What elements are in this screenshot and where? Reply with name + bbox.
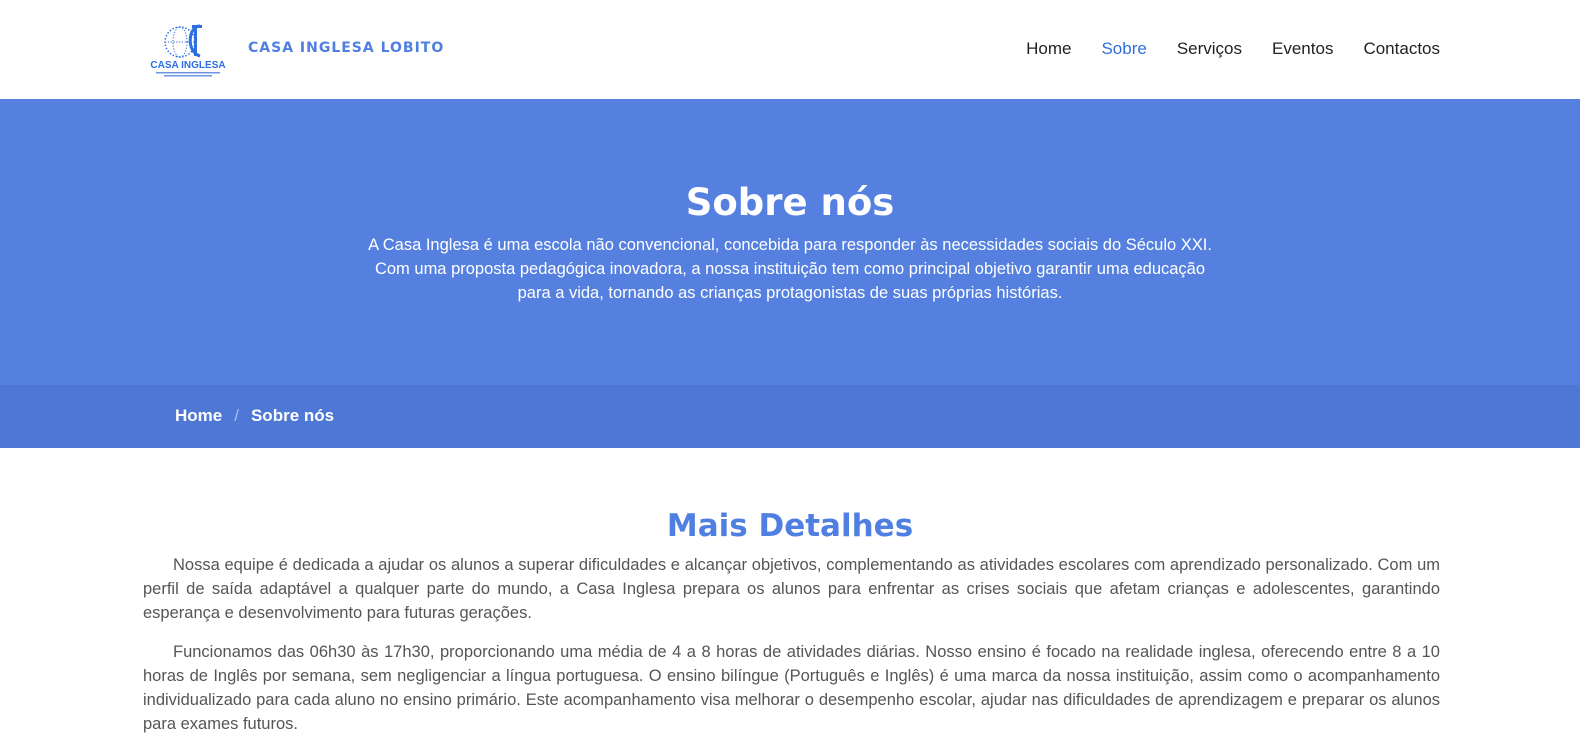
content-paragraph: Nossa equipe é dedicada a ajudar os alun… [143, 556, 1440, 622]
breadcrumb-separator: / [234, 406, 239, 425]
breadcrumb-home[interactable]: Home [175, 406, 222, 426]
hero-banner: Sobre nós A Casa Inglesa é uma escola nã… [0, 99, 1580, 385]
logo-text: CASA INGLESA [150, 60, 225, 71]
nav-home[interactable]: Home [1026, 38, 1071, 60]
breadcrumb: Home / Sobre nós [0, 385, 1580, 448]
casa-inglesa-logo-icon[interactable]: CASA INGLESA [148, 22, 230, 80]
breadcrumb-current: Sobre nós [250, 406, 335, 425]
nav-servicos[interactable]: Serviços [1177, 38, 1242, 60]
hero-line: para a vida, tornando as crianças protag… [517, 284, 1063, 302]
hero-line: A Casa Inglesa é uma escola não convenci… [368, 236, 1212, 254]
brand-name[interactable]: CASA INGLESA LOBITO [248, 40, 444, 56]
nav-sobre[interactable]: Sobre [1101, 38, 1146, 60]
section-title: Mais Detalhes [666, 508, 914, 544]
main-nav: Home Sobre Serviços Eventos Contactos [996, 38, 1440, 60]
nav-eventos[interactable]: Eventos [1272, 38, 1333, 60]
site-header: CASA INGLESA CASA INGLESA LOBITO Home So… [0, 0, 1580, 99]
hero-title: Sobre nós [685, 181, 895, 224]
content-paragraph: Funcionamos das 06h30 às 17h30, proporci… [143, 643, 1440, 733]
nav-contactos[interactable]: Contactos [1363, 38, 1440, 60]
hero-description: A Casa Inglesa é uma escola não convenci… [350, 233, 1230, 305]
hero-line: Com uma proposta pedagógica inovadora, a… [374, 260, 1206, 278]
